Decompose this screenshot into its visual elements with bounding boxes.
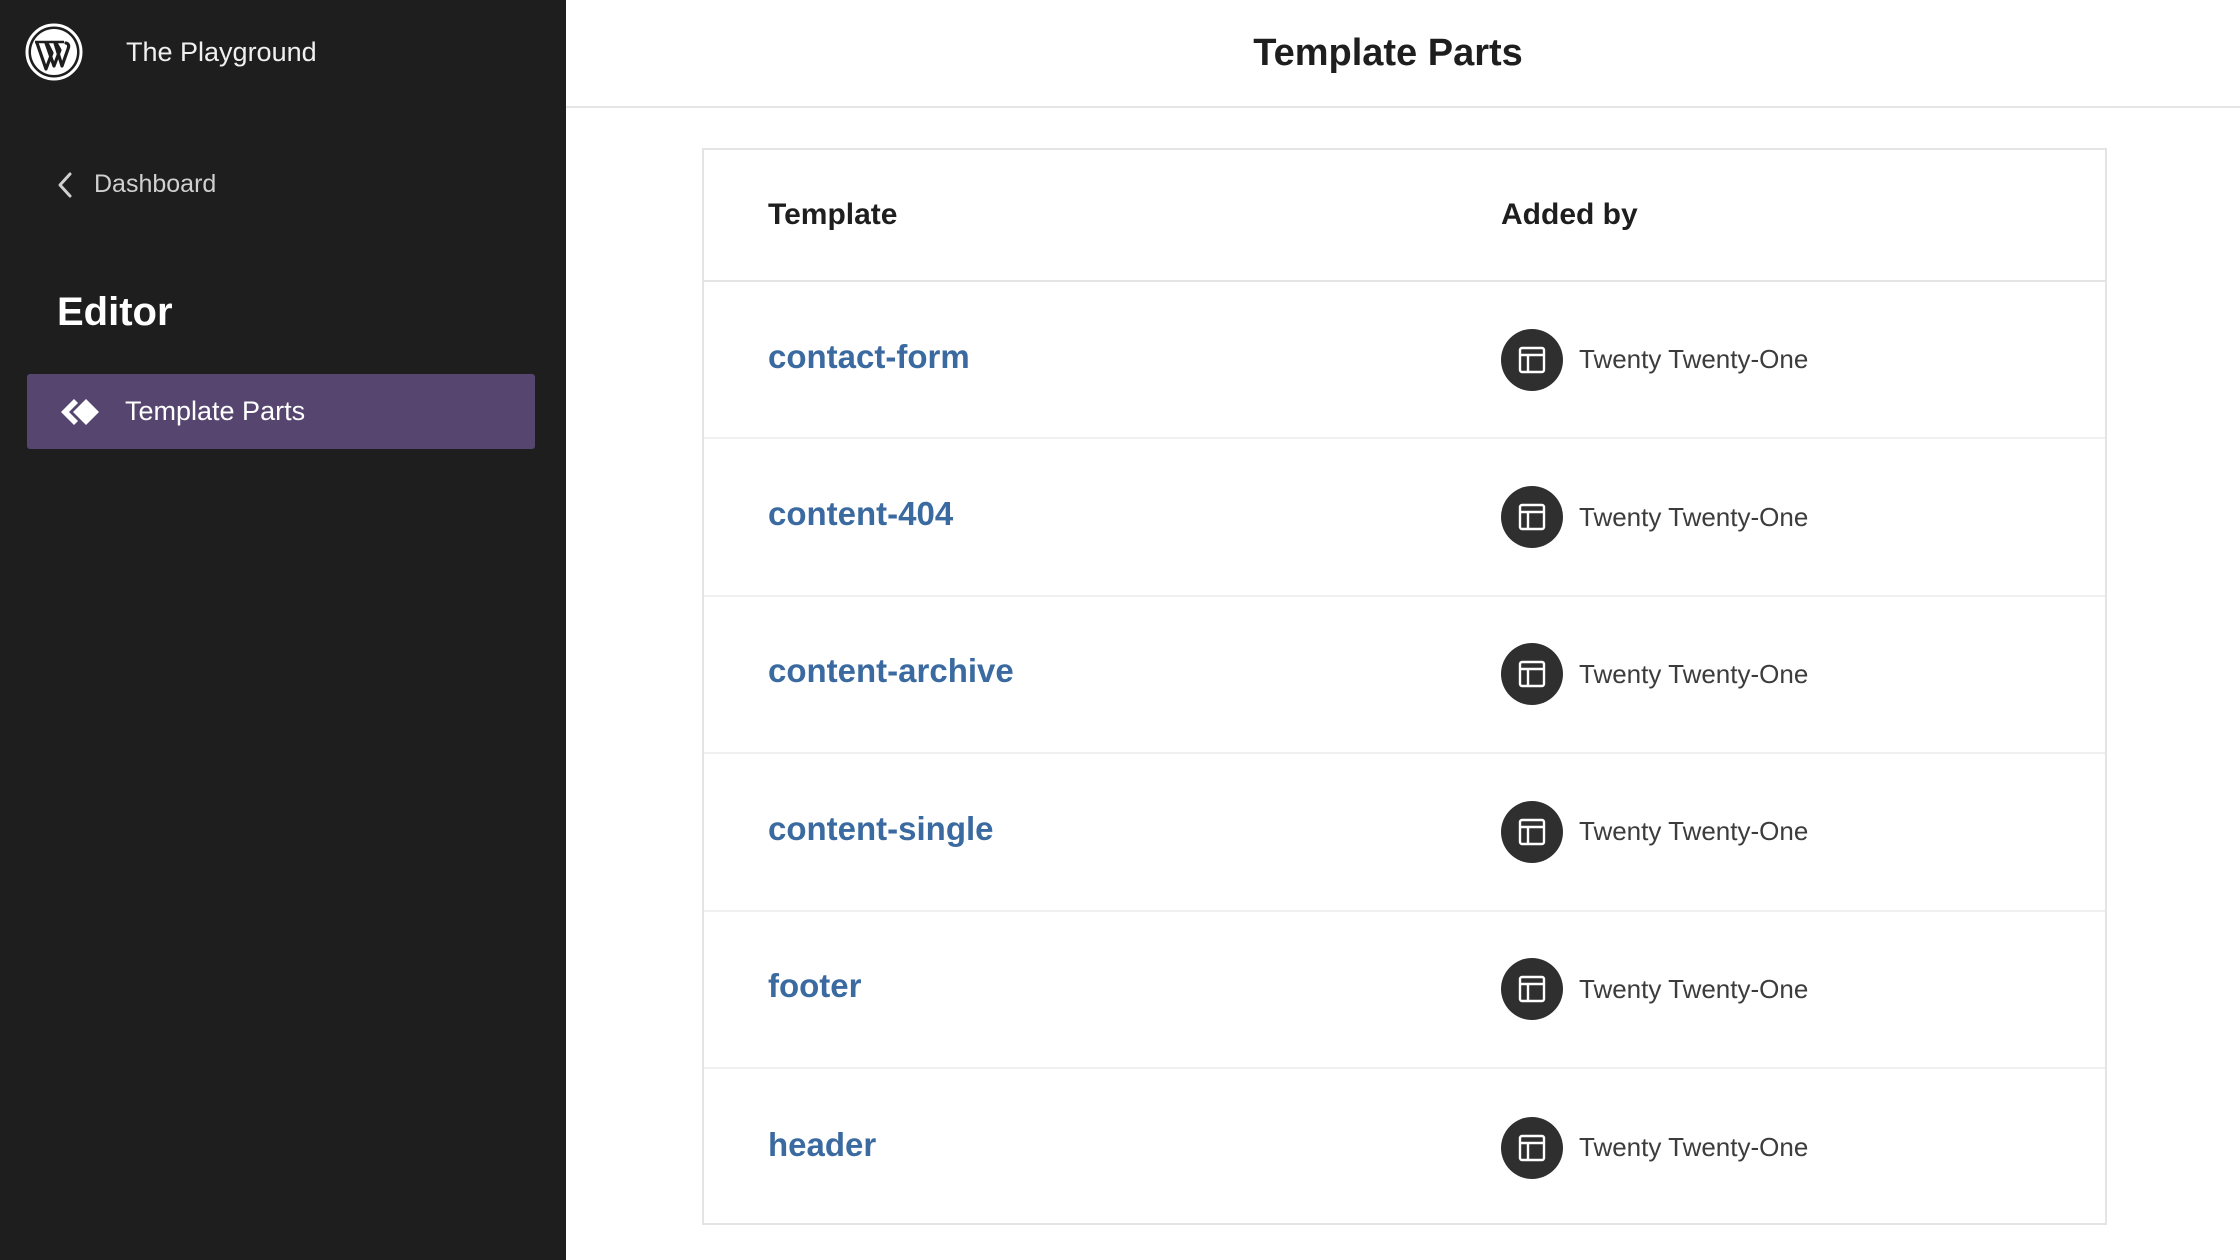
added-by-theme: Twenty Twenty-One [1579, 973, 1809, 1004]
template-part-link[interactable]: contact-form [768, 338, 970, 376]
table-row: content-archive Twenty Twenty-One [704, 597, 2105, 755]
template-part-link[interactable]: footer [768, 967, 862, 1005]
sidebar-heading: Editor [57, 290, 173, 334]
chevron-left-icon [58, 172, 72, 197]
column-header-added-by: Added by [1501, 198, 1638, 231]
page-title: Template Parts [1253, 31, 1523, 74]
template-part-link[interactable]: content-archive [768, 652, 1014, 690]
added-by-theme: Twenty Twenty-One [1579, 501, 1809, 532]
table-header: Template Added by [704, 150, 2105, 282]
wordpress-logo-icon[interactable] [24, 22, 84, 82]
table-row: content-404 Twenty Twenty-One [704, 439, 2105, 597]
template-part-link[interactable]: header [768, 1126, 876, 1164]
back-to-dashboard-link[interactable]: Dashboard [54, 170, 216, 199]
symbol-filled-icon [61, 398, 99, 425]
sidebar-item-label: Template Parts [125, 396, 306, 426]
table-row: contact-form Twenty Twenty-One [704, 282, 2105, 440]
column-header-template: Template [768, 198, 898, 231]
sidebar-item-template-parts[interactable]: Template Parts [27, 374, 535, 449]
template-part-link[interactable]: content-single [768, 810, 994, 848]
added-by-theme: Twenty Twenty-One [1579, 658, 1809, 689]
site-title[interactable]: The Playground [126, 37, 317, 68]
site-header: The Playground [24, 20, 317, 84]
template-parts-table: Template Added by contact-form Twenty Tw… [702, 148, 2107, 1225]
layout-icon [1501, 800, 1563, 863]
table-row: content-single Twenty Twenty-One [704, 754, 2105, 912]
added-by-theme: Twenty Twenty-One [1579, 344, 1809, 375]
layout-icon [1501, 1116, 1563, 1179]
sidebar: The Playground Dashboard Editor Template… [0, 0, 566, 1260]
top-bar: Template Parts [566, 0, 2240, 108]
table-row: footer Twenty Twenty-One [704, 912, 2105, 1069]
table-row: header Twenty Twenty-One [704, 1069, 2105, 1226]
layout-icon [1501, 486, 1563, 549]
layout-icon [1501, 958, 1563, 1021]
template-part-link[interactable]: content-404 [768, 495, 953, 533]
back-link-label: Dashboard [94, 170, 217, 198]
layout-icon [1501, 328, 1563, 391]
layout-icon [1501, 643, 1563, 706]
added-by-theme: Twenty Twenty-One [1579, 1132, 1809, 1163]
added-by-theme: Twenty Twenty-One [1579, 816, 1809, 847]
